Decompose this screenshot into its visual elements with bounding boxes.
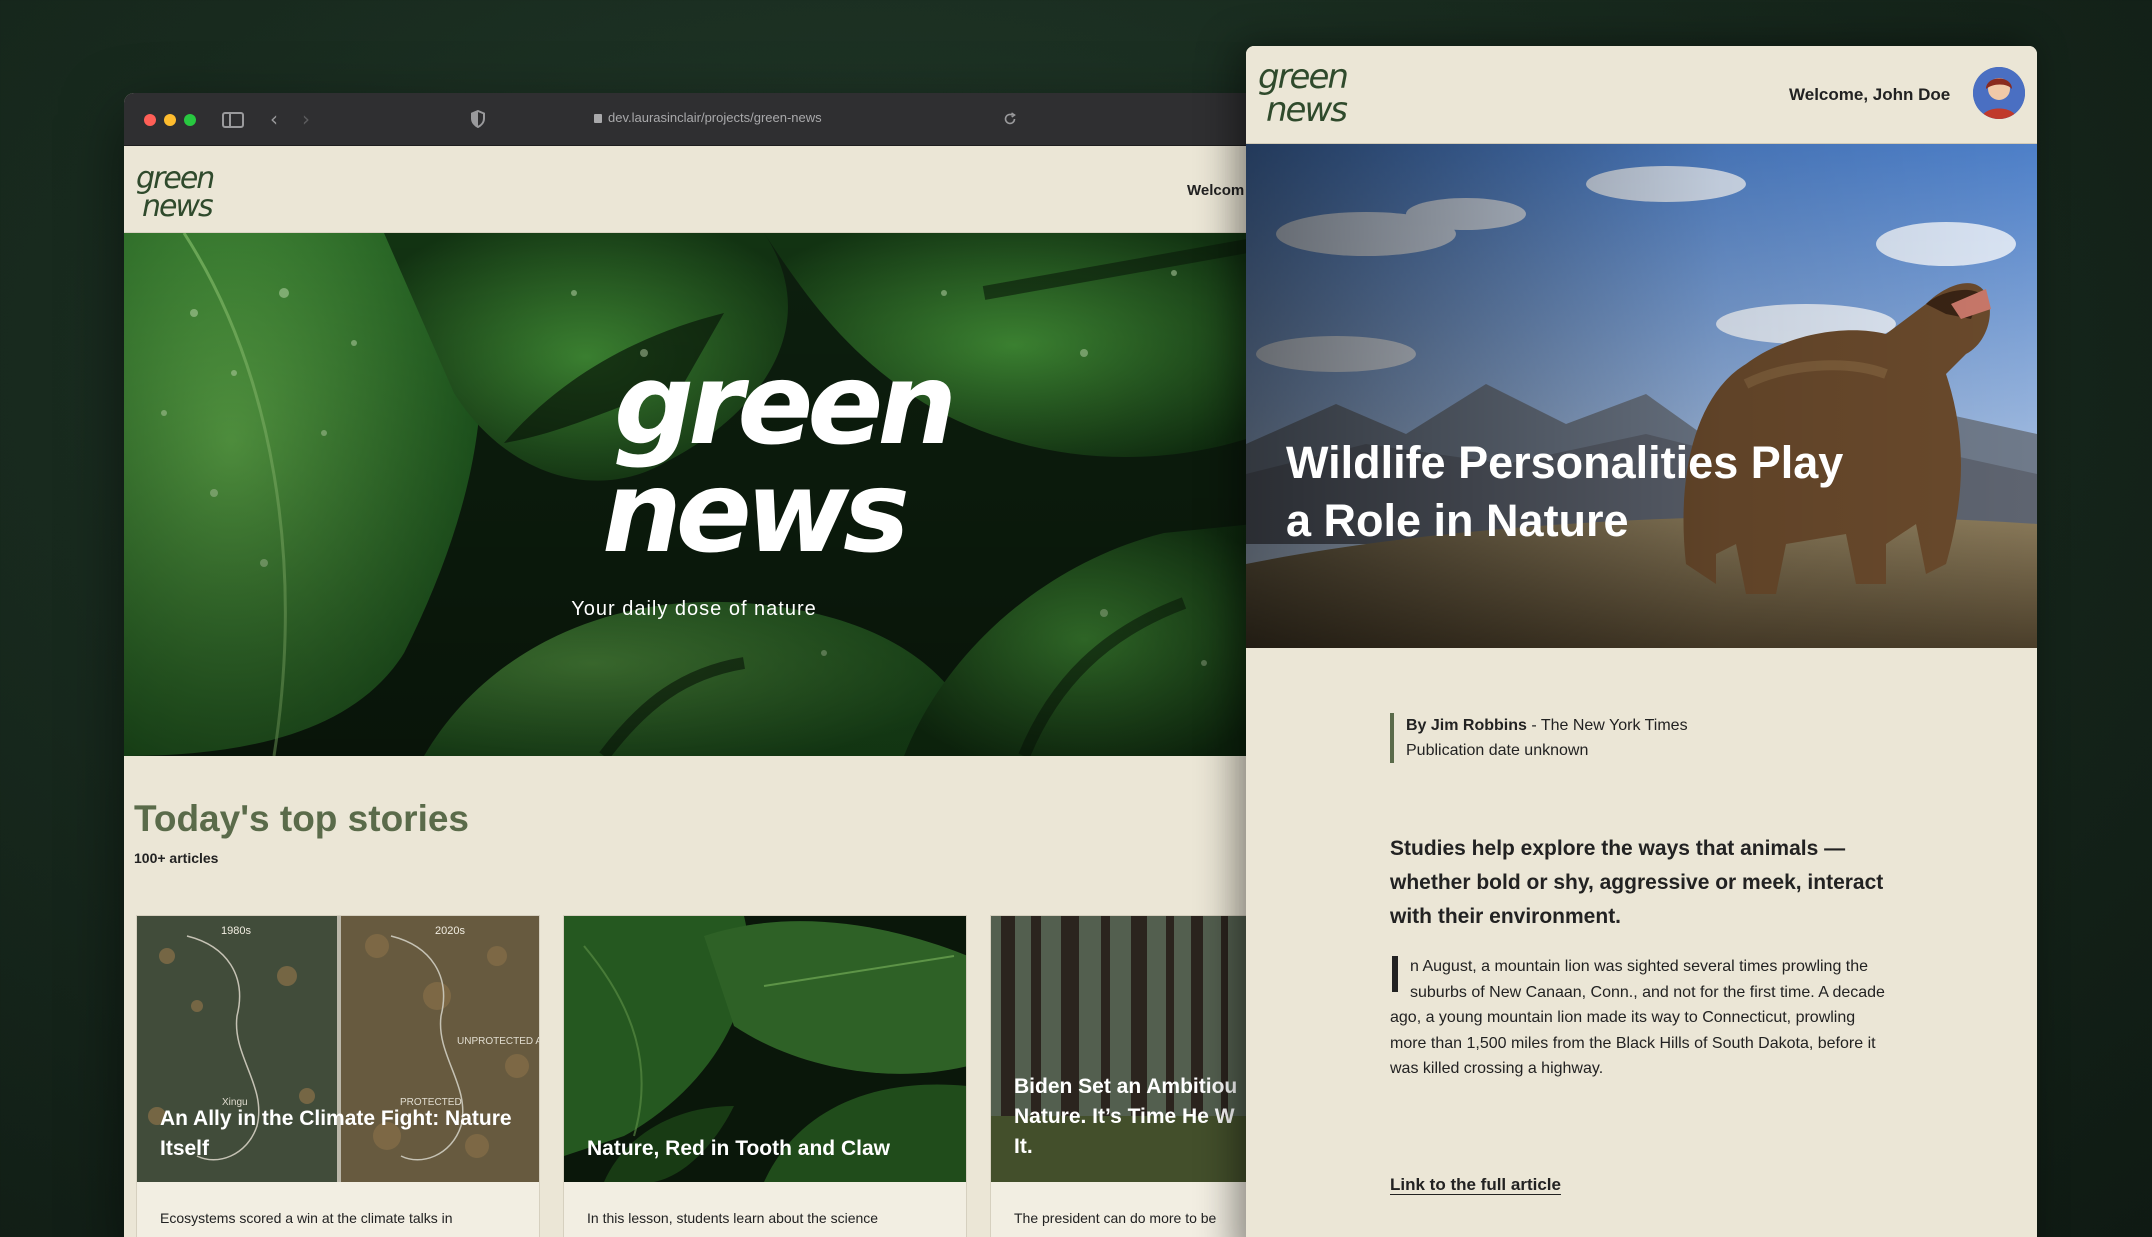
address-bar[interactable]: dev.laurasinclair/projects/green-news [594,110,822,125]
article-panel: green news Welcome, John Doe Wildlife Pe… [1246,46,2037,1237]
author-name: By Jim Robbins [1406,717,1527,734]
story-card[interactable]: Nature, Red in Tooth and Claw In this le… [563,915,967,1237]
browser-window: ‹ › dev.laurasinclair/projects/green-new… [124,93,1264,1237]
story-excerpt: Ecosystems scored a win at the climate t… [160,1210,453,1226]
hero-banner: green news Your daily dose of nature [124,233,1264,756]
site-tagline: Your daily dose of nature [571,598,817,620]
browser-toolbar: ‹ › dev.laurasinclair/projects/green-new… [124,93,1264,146]
svg-text:news: news [142,189,213,222]
shield-icon[interactable] [470,110,486,128]
source-name: - The New York Times [1526,717,1688,734]
story-title[interactable]: Biden Set an Ambitiou Nature. It’s Time … [1014,1072,1249,1164]
story-title[interactable]: An Ally in the Climate Fight: Nature Its… [160,1104,524,1164]
forest-image: Biden Set an Ambitiou Nature. It’s Time … [991,916,1264,1182]
url-text: dev.laurasinclair/projects/green-news [608,110,822,125]
welcome-text: Welcome, John Doe [1789,85,1951,104]
map-label-unprotected: UNPROTECTED AREA [457,1036,539,1047]
site-logo[interactable]: green news [134,160,226,222]
section-heading: Today's top stories [134,798,470,839]
site-logo[interactable]: green news [1256,58,1364,128]
bear-image [1246,144,2037,648]
sidebar-toggle-icon[interactable] [222,112,244,128]
svg-text:news: news [1266,90,1347,128]
story-excerpt: In this lesson, students learn about the… [587,1210,879,1226]
map-comparison-image: 1980s 2020s UNPROTECTED AREA PROTECTED X… [137,916,539,1182]
story-card[interactable]: 1980s 2020s UNPROTECTED AREA PROTECTED X… [136,915,540,1237]
map-label-1980s: 1980s [221,925,251,937]
reload-icon[interactable] [1003,112,1017,126]
article-title: Wildlife Personalities Play a Role in Na… [1286,437,1844,546]
monstera-leaves-image: green news [124,233,1264,756]
story-card[interactable]: Biden Set an Ambitiou Nature. It’s Time … [990,915,1264,1237]
article-body: n August, a mountain lion was sighted se… [1390,954,1890,1082]
minimize-window-button[interactable] [164,114,176,126]
story-excerpt: The president can do more to be [1014,1210,1217,1226]
drop-cap-bar [1392,956,1398,992]
maximize-window-button[interactable] [184,114,196,126]
lock-icon [594,114,602,123]
close-window-button[interactable] [144,114,156,126]
welcome-text-partial: Welcom [1187,182,1245,199]
site-header: green news Welcom [124,146,1264,233]
article-body-text: n August, a mountain lion was sighted se… [1390,958,1885,1077]
byline: By Jim Robbins - The New York Times Publ… [1390,713,1688,763]
chevron-left-icon[interactable]: ‹ [270,106,278,132]
map-label-2020s: 2020s [435,925,465,937]
article-lede: Studies help explore the ways that anima… [1390,837,1884,928]
full-article-link[interactable]: Link to the full article [1390,1175,1561,1195]
leaves-image: Nature, Red in Tooth and Claw [564,916,966,1182]
chevron-right-icon[interactable]: › [302,106,310,132]
panel-header: green news Welcome, John Doe [1246,46,2037,144]
article-hero: Wildlife Personalities Play a Role in Na… [1246,144,2037,648]
article-count: 100+ articles [134,850,219,866]
avatar[interactable] [1973,67,2025,119]
svg-text:news: news [602,448,906,578]
publication-date: Publication date unknown [1406,742,1589,759]
story-title[interactable]: Nature, Red in Tooth and Claw [587,1134,951,1164]
